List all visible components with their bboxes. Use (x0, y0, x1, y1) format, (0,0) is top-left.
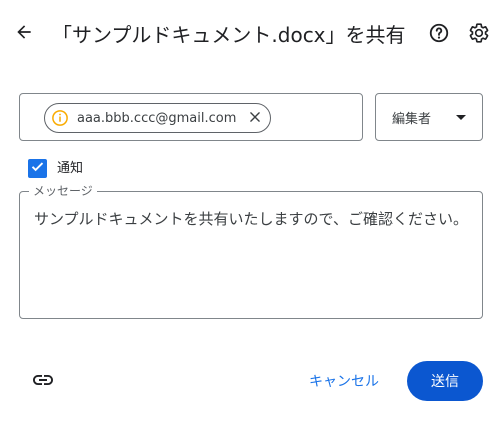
back-button[interactable] (8, 18, 40, 50)
role-selected-value: 編集者 (392, 111, 432, 127)
dialog-title: 「サンプルドキュメント.docx」を共有 (52, 23, 406, 47)
notify-checkbox[interactable] (28, 159, 47, 178)
gear-icon (468, 22, 490, 48)
warning-icon (51, 109, 69, 127)
message-content: サンプルドキュメントを共有いたしますので、ご確認ください。 (34, 210, 468, 228)
settings-button[interactable] (465, 21, 493, 49)
checkmark-icon (30, 159, 45, 178)
copy-link-button[interactable] (29, 368, 57, 396)
cancel-button[interactable]: キャンセル (300, 362, 388, 400)
notify-label: 通知 (57, 161, 84, 176)
arrow-back-icon (14, 22, 34, 46)
close-icon (248, 109, 262, 128)
recipient-field[interactable]: aaa.bbb.ccc@gmail.com (19, 93, 363, 141)
recipient-email: aaa.bbb.ccc@gmail.com (77, 110, 237, 126)
message-label: メッセージ (29, 183, 97, 199)
remove-recipient-button[interactable] (246, 109, 264, 127)
dropdown-arrow-icon (456, 114, 466, 120)
role-dropdown[interactable]: 編集者 (375, 93, 483, 141)
help-icon (428, 22, 450, 48)
send-button[interactable]: 送信 (407, 361, 483, 401)
link-icon (31, 368, 55, 396)
help-button[interactable] (425, 21, 453, 49)
recipient-chip[interactable]: aaa.bbb.ccc@gmail.com (44, 103, 272, 133)
